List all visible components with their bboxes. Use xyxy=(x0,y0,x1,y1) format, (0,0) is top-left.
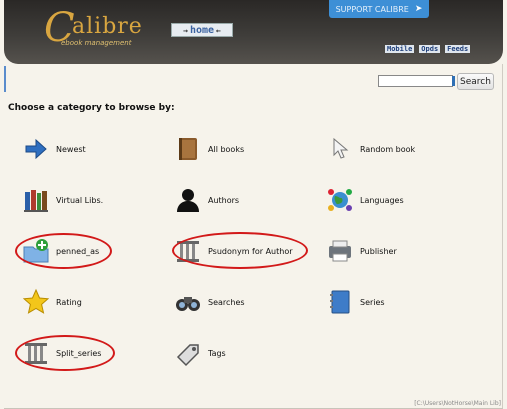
link-opds[interactable]: Opds xyxy=(419,45,441,53)
star-icon xyxy=(22,288,50,316)
category-series[interactable]: Series xyxy=(326,287,385,317)
calibre-logo[interactable]: C alibre ebook management xyxy=(44,5,154,52)
arrow-back-icon: ← xyxy=(216,25,221,35)
category-random-book[interactable]: Random book xyxy=(326,134,415,164)
home-button[interactable]: → home ← xyxy=(171,23,233,37)
bookshelf-icon xyxy=(22,186,50,214)
cursor-icon xyxy=(326,135,354,163)
binoculars-icon xyxy=(174,288,202,316)
logo-subtitle: ebook management xyxy=(61,39,132,47)
category-newest[interactable]: Newest xyxy=(22,134,86,164)
notebook-icon xyxy=(326,288,354,316)
library-path: [C:\Users\NotHorse\Main Lib] xyxy=(414,400,501,407)
category-prompt: Choose a category to browse by: xyxy=(8,103,175,113)
category-label: All books xyxy=(208,144,245,154)
category-tags[interactable]: Tags xyxy=(174,338,226,368)
arrow-right-icon: ➤ xyxy=(414,4,423,14)
support-calibre-button[interactable]: SUPPORT CALIBRE ➤ xyxy=(329,0,429,18)
tag-icon xyxy=(174,339,202,367)
category-label: Publisher xyxy=(360,246,397,256)
arrow-left-icon: → xyxy=(183,25,188,35)
printer-icon xyxy=(326,237,354,265)
panel-edge xyxy=(4,66,6,92)
category-label: Tags xyxy=(208,348,226,358)
globe-icon xyxy=(326,186,354,214)
logo-word: alibre xyxy=(72,14,143,39)
category-virtual-libs[interactable]: Virtual Libs. xyxy=(22,185,103,215)
search-button[interactable]: Search xyxy=(457,73,494,90)
support-label: SUPPORT CALIBRE xyxy=(335,4,409,14)
link-mobile[interactable]: Mobile xyxy=(385,45,415,53)
category-label: Rating xyxy=(56,297,82,307)
category-all-books[interactable]: All books xyxy=(174,134,244,164)
highlight-circle-split-series xyxy=(15,335,115,371)
category-searches[interactable]: Searches xyxy=(174,287,245,317)
panel-border-right xyxy=(502,64,503,409)
book-icon xyxy=(174,135,202,163)
highlight-circle-penned-as xyxy=(15,233,112,269)
home-label: home xyxy=(189,24,215,36)
highlight-circle-psudonym xyxy=(172,232,308,269)
person-icon xyxy=(174,186,202,214)
category-label: Searches xyxy=(208,297,245,307)
category-label: Newest xyxy=(56,144,86,154)
category-languages[interactable]: Languages xyxy=(326,185,404,215)
category-label: Virtual Libs. xyxy=(56,195,104,205)
link-feeds[interactable]: Feeds xyxy=(445,45,471,53)
search-input[interactable] xyxy=(378,75,455,87)
category-label: Series xyxy=(360,297,385,307)
header-links: Mobile Opds Feeds xyxy=(385,45,471,53)
arrow-right-icon xyxy=(22,135,50,163)
category-label: Random book xyxy=(360,144,416,154)
category-label: Authors xyxy=(208,195,240,205)
category-rating[interactable]: Rating xyxy=(22,287,82,317)
category-publisher[interactable]: Publisher xyxy=(326,236,397,266)
category-authors[interactable]: Authors xyxy=(174,185,239,215)
category-label: Languages xyxy=(360,195,404,205)
